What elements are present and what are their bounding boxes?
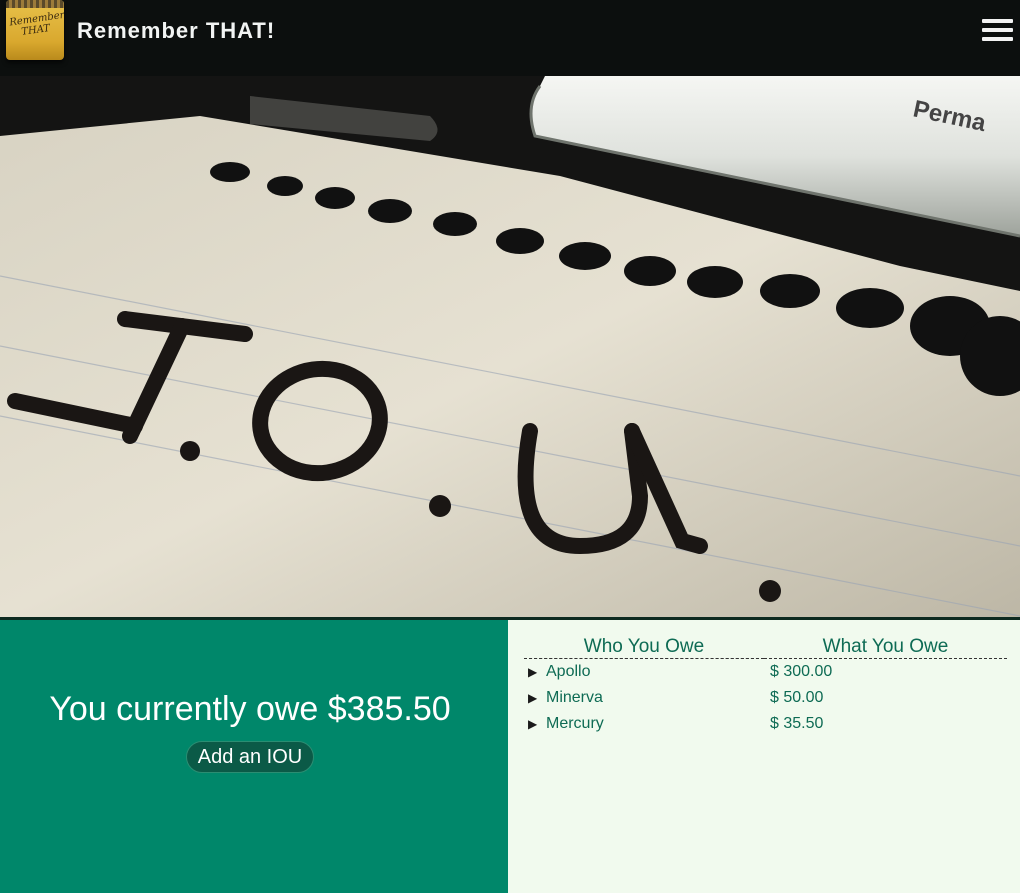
table-row[interactable]: ▶ Minerva $ 50.00 <box>524 685 1007 711</box>
iou-table: Who You Owe What You Owe ▶ Apollo $ 300.0… <box>524 636 1007 737</box>
amount-owed: $ 35.50 <box>770 714 824 732</box>
add-iou-button[interactable]: Add an IOU <box>186 741 314 773</box>
expand-arrow-icon[interactable]: ▶ <box>528 717 546 731</box>
app-title[interactable]: Remember THAT! <box>77 18 275 44</box>
menu-bar <box>982 37 1013 41</box>
top-nav-bar: Remember!! THAT Remember THAT! <box>0 0 1020 76</box>
expand-arrow-icon[interactable]: ▶ <box>528 665 546 679</box>
iou-list-panel: Who You Owe What You Owe ▶ Apollo $ 300.0… <box>508 620 1020 893</box>
menu-bar <box>982 28 1013 32</box>
logo-text: Remember!! THAT <box>8 8 64 38</box>
creditor-name: Minerva <box>546 688 603 706</box>
who-you-owe-header: Who You Owe <box>524 636 764 659</box>
table-row[interactable]: ▶ Apollo $ 300.00 <box>524 659 1007 685</box>
total-owed-text: You currently owe $385.50 <box>49 690 451 728</box>
menu-bar <box>982 19 1013 23</box>
amount-owed: $ 300.00 <box>770 662 833 680</box>
table-header-row: Who You Owe What You Owe <box>524 636 1007 659</box>
what-you-owe-header: What You Owe <box>764 636 1007 659</box>
creditor-name: Apollo <box>546 662 591 680</box>
table-row[interactable]: ▶ Mercury $ 35.50 <box>524 711 1007 737</box>
owe-summary-panel: You currently owe $385.50 Add an IOU <box>0 620 508 893</box>
amount-owed: $ 50.00 <box>770 688 824 706</box>
iou-note-illustration: Perma <box>0 76 1020 617</box>
hero-image-iou-note: Perma <box>0 76 1020 617</box>
hamburger-menu-icon[interactable] <box>980 17 1014 43</box>
app-logo[interactable]: Remember!! THAT <box>6 0 64 60</box>
expand-arrow-icon[interactable]: ▶ <box>528 691 546 705</box>
creditor-name: Mercury <box>546 714 604 732</box>
